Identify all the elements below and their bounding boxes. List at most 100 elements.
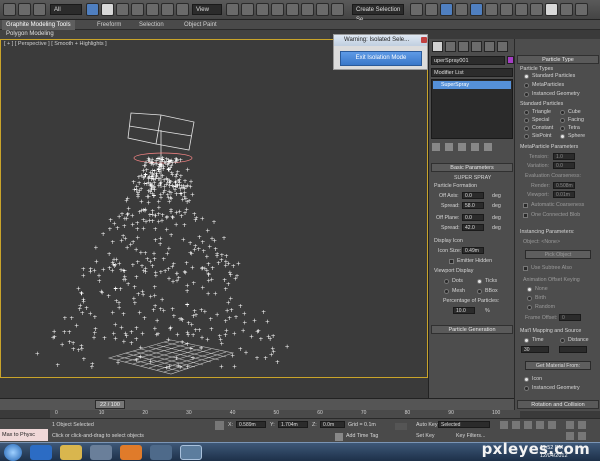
triangle-radio[interactable] [524,110,529,115]
render-iterative-icon[interactable] [560,3,573,16]
modify-tab-icon[interactable] [445,41,456,52]
object-color-swatch[interactable] [507,56,514,64]
hierarchy-tab-icon[interactable] [458,41,469,52]
get-material-button[interactable]: Get Material From: [525,361,591,370]
z-coordinate-field[interactable]: 0.0m [320,421,345,428]
edit-named-selection-icon[interactable] [331,3,344,16]
ticks-radio[interactable] [477,279,482,284]
time-tag-icon[interactable] [335,433,343,441]
zoom-icon[interactable] [566,421,574,429]
ribbon-sub-panel[interactable]: Polygon Modeling [0,30,330,39]
create-tab-icon[interactable] [432,41,443,52]
tetra-radio[interactable] [560,126,565,131]
angle-snap-icon[interactable] [286,3,299,16]
viewport-label[interactable]: [ + ] [ Perspective ] [ Smooth + Highlig… [4,41,107,47]
mirror-icon[interactable] [410,3,423,16]
select-object-icon[interactable] [86,3,99,16]
schematic-view-icon[interactable] [485,3,498,16]
region-select-icon[interactable] [116,3,129,16]
auto-key-button[interactable]: Auto Key [416,422,438,428]
close-icon[interactable] [421,37,427,43]
motion-tab-icon[interactable] [471,41,482,52]
file-explorer-icon[interactable] [60,445,82,460]
pan-icon[interactable] [566,432,574,440]
media-player-icon[interactable] [90,445,112,460]
x-coordinate-field[interactable]: 0.589m [236,421,266,428]
key-mode-dropdown[interactable]: Selected [438,421,490,428]
render-setup-icon[interactable] [515,3,528,16]
one-connected-blob-checkbox[interactable] [523,213,528,218]
display-tab-icon[interactable] [484,41,495,52]
birth-radio[interactable] [527,296,532,301]
basic-parameters-rollout[interactable]: Basic Parameters [431,163,513,172]
special-radio[interactable] [524,118,529,123]
selection-filter-dropdown[interactable]: All [50,4,82,15]
select-scale-icon[interactable] [176,3,189,16]
photoshop-icon[interactable] [150,445,172,460]
render-production-icon[interactable] [545,3,558,16]
y-coordinate-field[interactable]: 1.704m [278,421,308,428]
sphere-radio[interactable] [560,134,565,139]
percentage-spinner[interactable]: 10.0 [453,307,475,314]
time-slider-thumb[interactable]: 22 / 100 [95,400,125,409]
distance-spinner[interactable] [559,346,587,353]
stack-item-superspray[interactable]: SuperSpray [433,81,511,89]
variation-spinner[interactable]: 0.0 [553,162,575,169]
undo-icon[interactable] [3,3,16,16]
time-spinner[interactable]: 30 [521,346,549,353]
link-icon[interactable] [33,3,46,16]
zoom-all-icon[interactable] [578,421,586,429]
icon-size-spinner[interactable]: 0.49m [462,247,484,254]
play-icon[interactable] [524,421,532,429]
pin-stack-icon[interactable] [432,143,440,151]
rendered-frame-icon[interactable] [530,3,543,16]
go-to-start-icon[interactable] [500,421,508,429]
sixpoint-radio[interactable] [524,134,529,139]
lock-selection-icon[interactable] [215,421,224,430]
configure-sets-icon[interactable] [484,143,492,151]
cube-radio[interactable] [560,110,565,115]
manipulate-icon[interactable] [241,3,254,16]
graphite-toggle-icon[interactable] [455,3,468,16]
standard-particles-radio[interactable] [524,74,529,79]
time-radio[interactable] [524,338,529,343]
ref-coord-dropdown[interactable]: View [192,4,222,15]
tab-graphite-modeling-tools[interactable]: Graphite Modeling Tools [2,20,75,30]
tab-selection[interactable]: Selection [135,20,168,30]
particle-type-rollout[interactable]: Particle Type [517,55,599,64]
material-editor-icon[interactable] [500,3,513,16]
spread-spinner[interactable]: 58.0 [462,202,484,209]
bbox-radio[interactable] [477,289,482,294]
automatic-coarseness-checkbox[interactable] [523,203,528,208]
add-time-tag-button[interactable]: Add Time Tag [346,433,378,439]
object-name-field[interactable]: uperSpray001 [431,56,505,65]
show-end-result-icon[interactable] [445,143,453,151]
set-key-button[interactable]: Set Key [416,433,435,439]
modifier-stack[interactable]: SuperSpray [431,79,513,139]
instanced-geometry-radio[interactable] [524,92,529,97]
previous-frame-icon[interactable] [512,421,520,429]
start-button-icon[interactable] [4,444,22,461]
spinner-snap-icon[interactable] [316,3,329,16]
pick-object-button[interactable]: Pick Object [525,250,591,259]
make-unique-icon[interactable] [458,143,466,151]
none-radio[interactable] [527,287,532,292]
curve-editor-icon[interactable] [470,3,483,16]
rotation-collision-rollout[interactable]: Rotation and Collision [517,400,599,409]
viewport-coarseness-spinner[interactable]: 0.01m [553,191,575,198]
utilities-tab-icon[interactable] [497,41,508,52]
go-to-end-icon[interactable] [548,421,556,429]
remove-modifier-icon[interactable] [471,143,479,151]
random-radio[interactable] [527,305,532,310]
instanced-geometry-source-radio[interactable] [524,386,529,391]
window-crossing-icon[interactable] [131,3,144,16]
select-by-name-icon[interactable] [101,3,114,16]
track-bar-ruler[interactable]: 0 10 20 30 40 50 60 70 80 90 100 [50,410,520,418]
activeshade-icon[interactable] [575,3,588,16]
key-filters-button[interactable]: Key Filters... [456,433,485,439]
exit-isolation-mode-button[interactable]: Exit Isolation Mode [340,51,422,66]
time-slider-track[interactable]: 22 / 100 [0,398,514,410]
tension-spinner[interactable]: 1.0 [553,153,575,160]
keyboard-shortcut-icon[interactable] [256,3,269,16]
percent-snap-icon[interactable] [301,3,314,16]
